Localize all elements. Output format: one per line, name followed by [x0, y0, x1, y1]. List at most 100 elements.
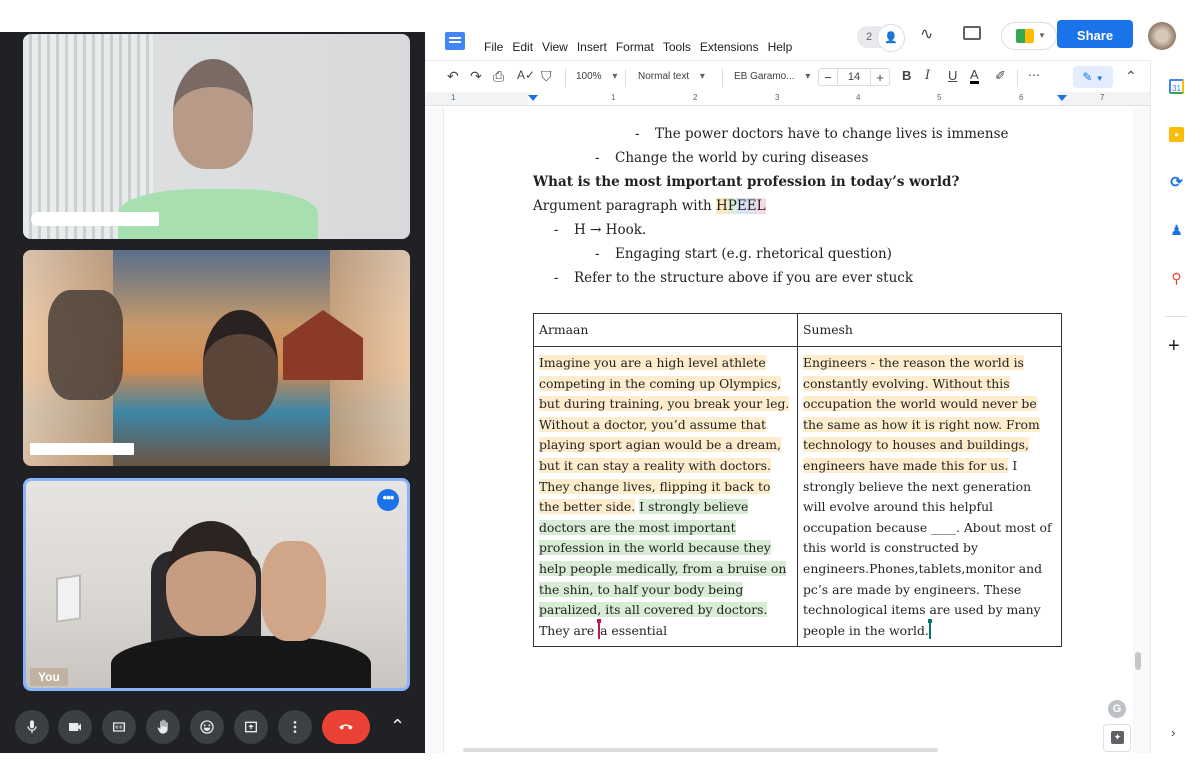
explore-icon: ✦: [1111, 731, 1124, 744]
docs-window: File Edit View Insert Format Tools Exten…: [425, 20, 1200, 753]
font-size-input[interactable]: 14: [837, 69, 871, 85]
explore-button[interactable]: ✦: [1103, 724, 1131, 752]
ruler[interactable]: 1 1 2 3 4 5 6 7: [425, 92, 1150, 106]
print-icon[interactable]: ⎙: [493, 68, 504, 85]
more-options-button[interactable]: [278, 710, 312, 744]
reactions-button[interactable]: [190, 710, 224, 744]
menu-help[interactable]: Help: [768, 40, 793, 54]
raise-hand-button[interactable]: [146, 710, 180, 744]
table-row: Imagine you are a high level athlete com…: [533, 346, 1062, 647]
activity-trend-icon[interactable]: ∿: [920, 24, 933, 44]
decrease-font-size-button[interactable]: −: [819, 70, 837, 85]
join-meet-button[interactable]: ▼: [1001, 22, 1057, 50]
menu-edit[interactable]: Edit: [512, 40, 533, 54]
menu-bar: File Edit View Insert Format Tools Exten…: [484, 40, 792, 54]
call-controls: ⌃: [0, 708, 425, 748]
hpeel-letter: H: [716, 198, 728, 214]
chevron-right-icon[interactable]: ›: [1171, 725, 1175, 740]
menu-tools[interactable]: Tools: [663, 40, 691, 54]
ruler-number: 2: [693, 93, 698, 102]
wall-picture: [56, 574, 81, 623]
collaborator-avatar-icon[interactable]: 👤: [877, 24, 905, 52]
argument-prefix: Argument paragraph with: [533, 198, 716, 214]
chevron-up-icon[interactable]: ⌃: [390, 716, 405, 737]
ruler-number: 1: [451, 93, 456, 102]
highlight-color-icon[interactable]: ✐: [995, 68, 1006, 84]
horizontal-scrollbar[interactable]: [463, 748, 938, 752]
redo-icon[interactable]: ↷: [470, 68, 482, 85]
videocam-icon: [69, 723, 81, 731]
emoji-icon: [200, 720, 214, 734]
menu-insert[interactable]: Insert: [577, 40, 607, 54]
undo-icon[interactable]: ↶: [447, 68, 459, 85]
text-color-button[interactable]: A: [970, 68, 979, 84]
menu-file[interactable]: File: [484, 40, 503, 54]
user-avatar[interactable]: [1148, 22, 1176, 50]
paragraph-style-select[interactable]: Normal text: [638, 71, 705, 82]
table-header-row: Armaan Sumesh: [533, 313, 1062, 347]
font-family-select[interactable]: EB Garamo...: [734, 71, 810, 82]
chevron-down-icon: ▼: [1038, 31, 1046, 40]
ruler-number: 3: [775, 93, 780, 102]
italic-button[interactable]: I: [925, 68, 930, 83]
calendar-icon[interactable]: 31: [1169, 79, 1184, 94]
hpeel-letter: E: [746, 198, 757, 214]
right-indent-marker[interactable]: [1057, 95, 1067, 101]
self-view-tile[interactable]: You •••: [23, 478, 410, 691]
add-addon-icon[interactable]: +: [1168, 335, 1180, 358]
thumbs-up-hand: [48, 290, 123, 400]
tasks-icon[interactable]: ⟳: [1169, 175, 1184, 190]
pencil-icon: ✎: [1082, 70, 1093, 84]
bold-button[interactable]: B: [902, 68, 911, 83]
participant-video: [111, 636, 371, 688]
contacts-icon[interactable]: ♟: [1169, 223, 1184, 238]
side-panel: 31 ● ⟳ ♟ ⚲ + ›: [1150, 60, 1200, 753]
participant-tile-1[interactable]: [23, 34, 410, 239]
underline-button[interactable]: U: [948, 68, 957, 83]
captions-button[interactable]: [102, 710, 136, 744]
left-indent-marker[interactable]: [528, 95, 538, 101]
participant-tile-2[interactable]: [23, 250, 410, 466]
keep-icon[interactable]: ●: [1169, 127, 1184, 142]
microphone-button[interactable]: [15, 710, 49, 744]
divider: [1165, 316, 1187, 317]
ruler-active-area: [528, 92, 1060, 105]
maps-icon[interactable]: ⚲: [1169, 271, 1184, 286]
meet-panel: You ••• ⌃: [0, 32, 425, 753]
divider: [625, 69, 626, 87]
closed-caption-icon: [113, 722, 125, 732]
zoom-select[interactable]: 100%: [576, 71, 617, 82]
camera-button[interactable]: [58, 710, 92, 744]
argument-line: Argument paragraph with HPEEL: [533, 198, 766, 214]
font-size-stepper[interactable]: − 14 +: [818, 68, 890, 86]
header-sumesh[interactable]: Sumesh: [797, 313, 1062, 347]
leave-call-button[interactable]: [322, 710, 370, 744]
paint-format-icon[interactable]: ⛉: [541, 68, 552, 85]
increase-font-size-button[interactable]: +: [871, 70, 889, 85]
plain-text: They are: [539, 622, 599, 638]
menu-format[interactable]: Format: [616, 40, 654, 54]
argument-table[interactable]: Armaan Sumesh Imagine you are a high lev…: [533, 313, 1062, 647]
present-button[interactable]: [234, 710, 268, 744]
more-horiz-icon[interactable]: •••: [377, 489, 399, 511]
sumesh-paragraph-cell[interactable]: Engineers - the reason the world is cons…: [797, 346, 1062, 647]
hide-menus-chevron-up-icon[interactable]: ⌃: [1125, 68, 1137, 85]
vertical-scrollbar[interactable]: [1135, 652, 1141, 670]
screen: You ••• ⌃ File Edit View Insert Format T…: [0, 0, 1200, 765]
grammarly-icon[interactable]: G: [1108, 700, 1126, 718]
docs-logo-icon[interactable]: [445, 32, 465, 50]
menu-extensions[interactable]: Extensions: [700, 40, 759, 54]
comment-history-icon[interactable]: [963, 26, 981, 40]
list-bullet: -: [595, 150, 600, 166]
list-bullet: -: [554, 222, 559, 238]
list-item: Refer to the structure above if you are …: [574, 270, 914, 286]
header-armaan[interactable]: Armaan: [533, 313, 798, 347]
editing-mode-button[interactable]: ✎ ▼: [1073, 66, 1113, 88]
hpeel-letter: P: [727, 198, 737, 214]
share-button[interactable]: Share: [1057, 20, 1133, 48]
armaan-paragraph-cell[interactable]: Imagine you are a high level athlete com…: [533, 346, 798, 647]
spellcheck-icon[interactable]: A✓: [517, 68, 535, 82]
more-tools-button[interactable]: ⋯: [1028, 68, 1040, 82]
list-item: H → Hook.: [574, 222, 647, 238]
menu-view[interactable]: View: [542, 40, 568, 54]
